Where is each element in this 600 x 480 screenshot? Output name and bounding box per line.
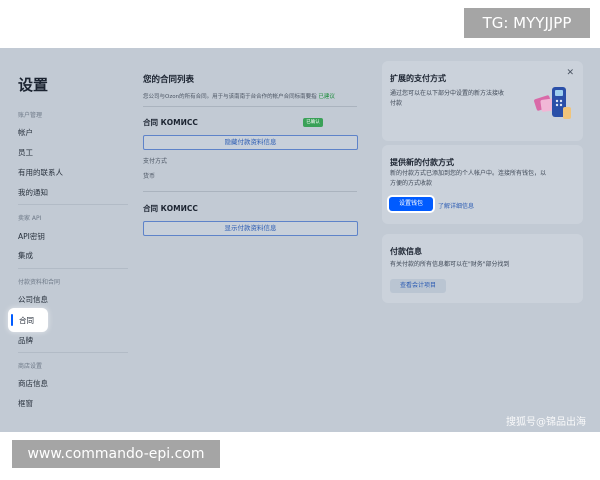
new-payment-card: 提供新的付款方式 新的付款方式已添加到您的个人帐户中。连接所有钱包，以 方便的方… (382, 145, 583, 224)
card-title: 扩展的支付方式 (390, 74, 446, 83)
contracts-section: 您的合同列表 您公司与Ozon的所有合同。用于与该南南于台合作的帐户合同标南要指… (143, 48, 358, 432)
sidebar-group-api: 卖家 API (18, 215, 42, 222)
card-title: 付款信息 (390, 247, 422, 256)
sidebar: 设置 账户管理 帐户 员工 有用的联系人 我的通知 卖家 API API密钥 集… (0, 48, 132, 432)
card-text-line: 付款 (390, 100, 403, 107)
sidebar-item-account[interactable]: 帐户 (18, 127, 33, 138)
status-badge: 已确认 (303, 118, 323, 127)
card-text: 新的付款方式已添加到您的个人帐户中。连接所有钱包，以 方便的方式收款 (390, 169, 546, 189)
extended-payment-card: 扩展的支付方式 通过您可以在以下部分中设置的新方法接收 付款 ✕ (382, 61, 583, 141)
sidebar-item-label: 合同 (19, 316, 34, 325)
description-link[interactable]: 已建议 (318, 94, 335, 100)
sidebar-group-contracts: 付款资料和合同 (18, 279, 61, 286)
sidebar-item-notifications[interactable]: 我的通知 (18, 187, 48, 198)
show-payment-details-button[interactable]: 显示付款资料信息 (143, 221, 358, 236)
close-icon[interactable]: ✕ (566, 68, 574, 78)
watermark: 搜狐号@锦品出海 (506, 417, 586, 428)
card-text: 有关付款的所有信息都可以在"财务"部分找到 (390, 261, 510, 268)
sidebar-item-employees[interactable]: 员工 (18, 147, 33, 158)
sidebar-title: 设置 (18, 76, 49, 94)
sidebar-divider (18, 268, 128, 269)
card-text-line: 方便的方式收款 (390, 180, 433, 187)
sidebar-group-account: 账户管理 (18, 112, 43, 119)
payment-method-label: 支付方式 (143, 158, 168, 165)
contract-name: 合同 КОМИСС (143, 118, 198, 127)
contracts-description: 您公司与Ozon的所有合同。用于与该南南于台合作的帐户合同标南要指 已建议 (143, 92, 335, 100)
currency-label: 货币 (143, 173, 156, 180)
learn-more-link[interactable]: 了解详细信息 (438, 201, 474, 210)
sidebar-item-store-info[interactable]: 商店信息 (18, 378, 48, 389)
sidebar-item-store-window[interactable]: 框窗 (18, 398, 33, 409)
card-title: 提供新的付款方式 (390, 158, 454, 167)
settings-page: 设置 账户管理 帐户 员工 有用的联系人 我的通知 卖家 API API密钥 集… (0, 48, 600, 432)
description-text: 您公司与Ozon的所有合同。用于与该南南于台合作的帐户合同标南要指 (143, 94, 317, 100)
active-indicator (11, 314, 13, 326)
sidebar-divider (18, 204, 128, 205)
tg-label: TG: MYYJJPP (464, 8, 590, 38)
sidebar-item-brands[interactable]: 品牌 (18, 335, 33, 346)
contracts-title: 您的合同列表 (143, 75, 195, 85)
section-divider (143, 106, 357, 107)
card-text-line: 通过您可以在以下部分中设置的新方法接收 (390, 90, 505, 97)
url-label: www.commando-epi.com (12, 440, 220, 468)
section-divider (143, 191, 357, 192)
hide-payment-details-button[interactable]: 隐藏付款资料信息 (143, 135, 358, 150)
sidebar-item-contracts[interactable]: 合同 (8, 308, 48, 332)
sidebar-item-contacts[interactable]: 有用的联系人 (18, 167, 63, 178)
card-text: 通过您可以在以下部分中设置的新方法接收 付款 (390, 89, 504, 109)
sidebar-item-integrations[interactable]: 集成 (18, 250, 33, 261)
payment-terminal-illustration (534, 87, 571, 119)
setup-wallet-button[interactable]: 设置钱包 (389, 197, 433, 211)
card-text-line: 新的付款方式已添加到您的个人帐户中。连接所有钱包，以 (390, 170, 547, 177)
view-accounting-button[interactable]: 查看会计项目 (390, 279, 446, 293)
sidebar-item-api-keys[interactable]: API密钥 (18, 231, 45, 242)
sidebar-divider (18, 352, 128, 353)
contract-name: 合同 КОМИСС (143, 204, 198, 213)
sidebar-group-store: 商店设置 (18, 363, 43, 370)
sidebar-item-company-info[interactable]: 公司信息 (18, 294, 48, 305)
